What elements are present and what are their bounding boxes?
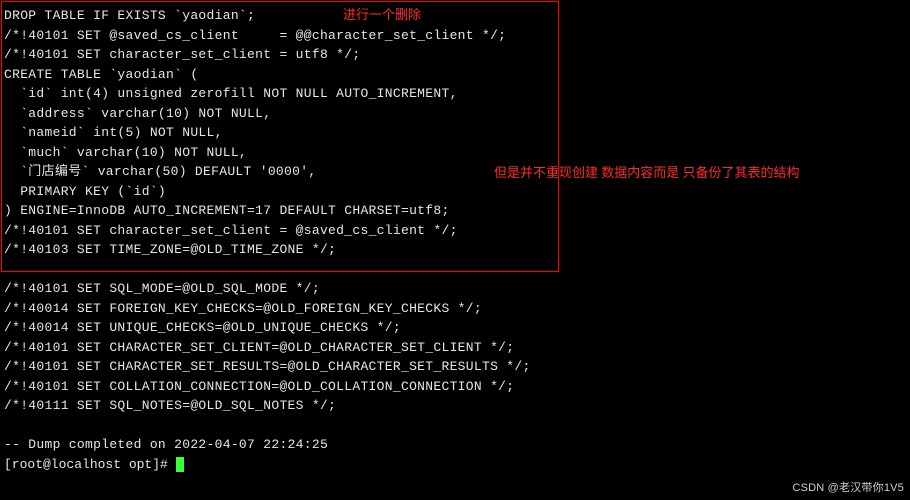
cursor-icon [176, 457, 184, 472]
sql-line: /*!40101 SET CHARACTER_SET_CLIENT=@OLD_C… [4, 338, 910, 358]
sql-line: PRIMARY KEY (`id`) [4, 182, 910, 202]
sql-line: /*!40101 SET character_set_client = utf8… [4, 45, 910, 65]
sql-line [4, 260, 910, 280]
sql-line: /*!40014 SET FOREIGN_KEY_CHECKS=@OLD_FOR… [4, 299, 910, 319]
sql-line: /*!40101 SET CHARACTER_SET_RESULTS=@OLD_… [4, 357, 910, 377]
sql-line: `id` int(4) unsigned zerofill NOT NULL A… [4, 84, 910, 104]
sql-line: /*!40103 SET TIME_ZONE=@OLD_TIME_ZONE */… [4, 240, 910, 260]
sql-line: -- Dump completed on 2022-04-07 22:24:25 [4, 435, 910, 455]
sql-line: CREATE TABLE `yaodian` ( [4, 65, 910, 85]
sql-line: ) ENGINE=InnoDB AUTO_INCREMENT=17 DEFAUL… [4, 201, 910, 221]
watermark: CSDN @老汉带你1V5 [792, 480, 904, 497]
sql-line: `much` varchar(10) NOT NULL, [4, 143, 910, 163]
sql-line: /*!40014 SET UNIQUE_CHECKS=@OLD_UNIQUE_C… [4, 318, 910, 338]
sql-line [4, 416, 910, 436]
sql-line: /*!40101 SET COLLATION_CONNECTION=@OLD_C… [4, 377, 910, 397]
sql-line: DROP TABLE IF EXISTS `yaodian`; [4, 6, 910, 26]
terminal-output[interactable]: DROP TABLE IF EXISTS `yaodian`;/*!40101 … [4, 6, 910, 474]
annotation-top: 进行一个删除 [343, 5, 421, 25]
sql-line: /*!40101 SET @saved_cs_client = @@charac… [4, 26, 910, 46]
sql-line: `address` varchar(10) NOT NULL, [4, 104, 910, 124]
annotation-side: 但是并不重现创建 数据内容而是 只备份了其表的结构 [494, 163, 800, 183]
sql-line: /*!40101 SET character_set_client = @sav… [4, 221, 910, 241]
sql-line: `nameid` int(5) NOT NULL, [4, 123, 910, 143]
sql-line: /*!40111 SET SQL_NOTES=@OLD_SQL_NOTES */… [4, 396, 910, 416]
shell-prompt[interactable]: [root@localhost opt]# [4, 455, 910, 475]
sql-line: /*!40101 SET SQL_MODE=@OLD_SQL_MODE */; [4, 279, 910, 299]
